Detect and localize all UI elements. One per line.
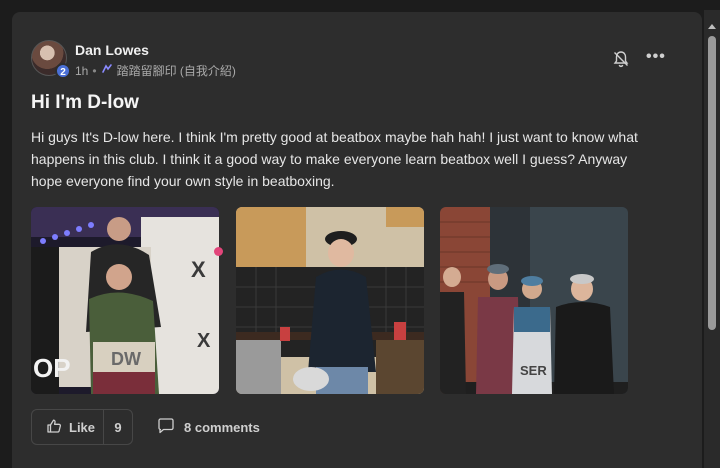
scrollbar-thumb[interactable]: [708, 36, 716, 330]
comments-label: 8 comments: [184, 420, 260, 435]
author-name[interactable]: Dan Lowes: [75, 42, 149, 58]
channel-link[interactable]: 踏踏留腳印 (自我介紹): [117, 62, 236, 79]
scrollbar[interactable]: [704, 10, 720, 468]
scroll-up-arrow-icon[interactable]: [708, 24, 716, 29]
more-options-icon[interactable]: •••: [646, 49, 666, 68]
svg-text:X: X: [191, 257, 206, 282]
post-time: 1h: [75, 63, 89, 78]
meta-separator: •: [92, 63, 97, 78]
post-photo-1[interactable]: OP DW X X: [31, 207, 219, 394]
level-badge: 2: [55, 63, 71, 79]
like-group: Like 9: [31, 409, 133, 445]
bell-off-icon[interactable]: [612, 50, 630, 68]
svg-text:X: X: [197, 330, 211, 352]
pink-dot: [214, 247, 223, 256]
like-button[interactable]: Like: [32, 410, 104, 444]
like-count[interactable]: 9: [104, 420, 132, 435]
comments-button[interactable]: 8 comments: [157, 418, 260, 437]
post-meta: 1h • 踏踏留腳印 (自我介紹): [75, 62, 236, 79]
post-photo-2[interactable]: [236, 207, 424, 394]
svg-text:SER: SER: [520, 363, 547, 378]
thumbs-up-icon: [46, 418, 62, 437]
post-title: Hi I'm D-low: [31, 92, 139, 113]
svg-text:DW: DW: [111, 349, 141, 369]
svg-text:OP: OP: [33, 353, 71, 383]
comment-icon: [157, 418, 175, 437]
post-body: Hi guys It's D-low here. I think I'm pre…: [31, 129, 638, 189]
channel-icon: [101, 63, 113, 78]
post-photo-3[interactable]: SER: [440, 207, 628, 394]
like-label: Like: [69, 419, 96, 435]
